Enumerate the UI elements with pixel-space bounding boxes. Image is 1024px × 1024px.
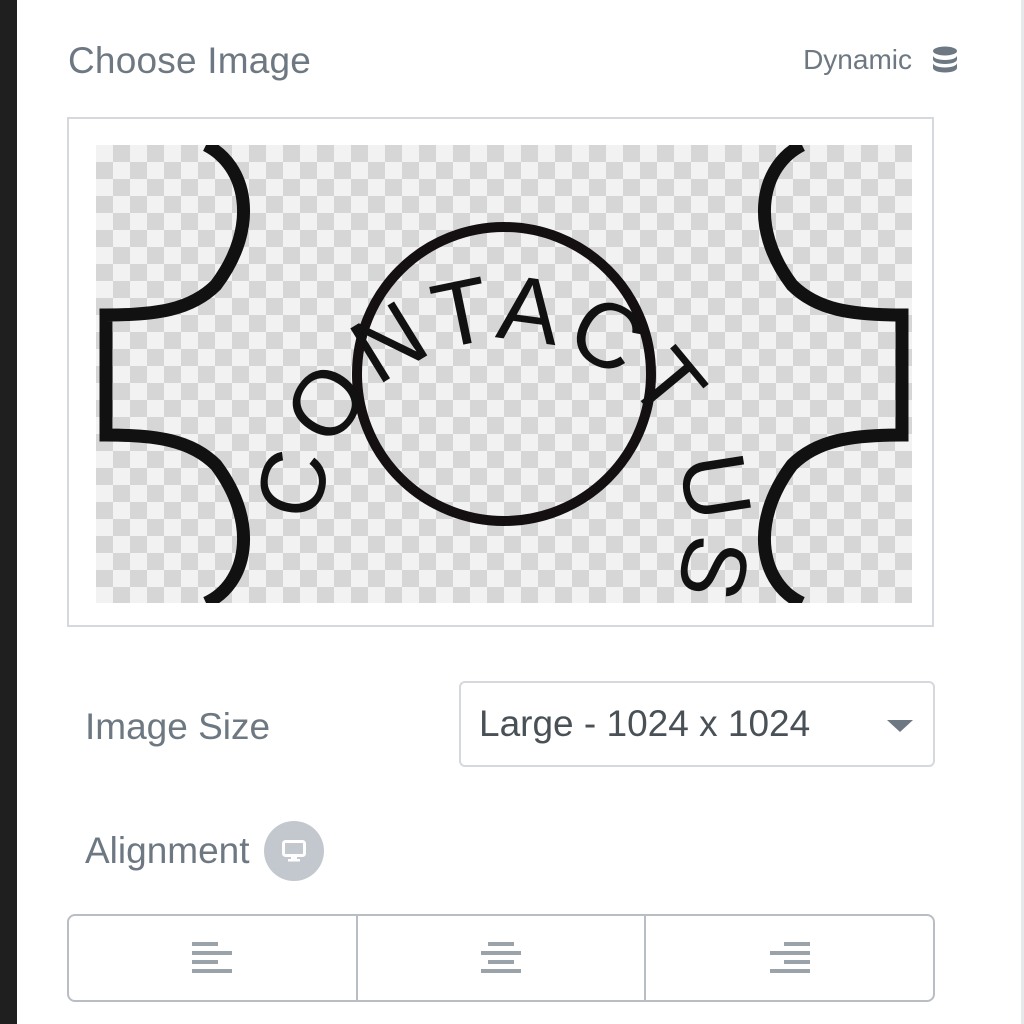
image-size-value: Large - 1024 x 1024	[479, 703, 811, 744]
image-size-label: Image Size	[85, 706, 271, 747]
database-icon	[933, 46, 957, 73]
stamp-graphic: CONTACT US TODAY	[99, 145, 909, 603]
right-gear-edge	[757, 145, 909, 603]
align-center-icon	[481, 942, 521, 973]
align-left-button[interactable]	[69, 916, 356, 1000]
choose-image-heading: Choose Image	[68, 40, 312, 81]
image-chooser[interactable]: CONTACT US TODAY	[67, 117, 934, 627]
align-center-button[interactable]	[355, 916, 645, 1000]
responsive-device-button[interactable]	[264, 821, 324, 881]
image-preview: CONTACT US TODAY	[96, 145, 912, 603]
align-right-button[interactable]	[644, 916, 933, 1000]
ring-text: CONTACT US TODAY	[237, 256, 771, 603]
align-left-icon	[192, 942, 233, 973]
dynamic-tags-button[interactable]: Dynamic	[803, 44, 958, 76]
chevron-down-icon	[887, 720, 913, 732]
left-gear-edge	[99, 145, 251, 603]
image-size-select[interactable]: Large - 1024 x 1024	[459, 681, 935, 767]
align-right-icon	[769, 942, 810, 973]
desktop-icon	[282, 840, 306, 862]
alignment-label: Alignment	[85, 830, 250, 871]
dynamic-label: Dynamic	[803, 44, 912, 75]
alignment-control	[67, 914, 935, 1002]
